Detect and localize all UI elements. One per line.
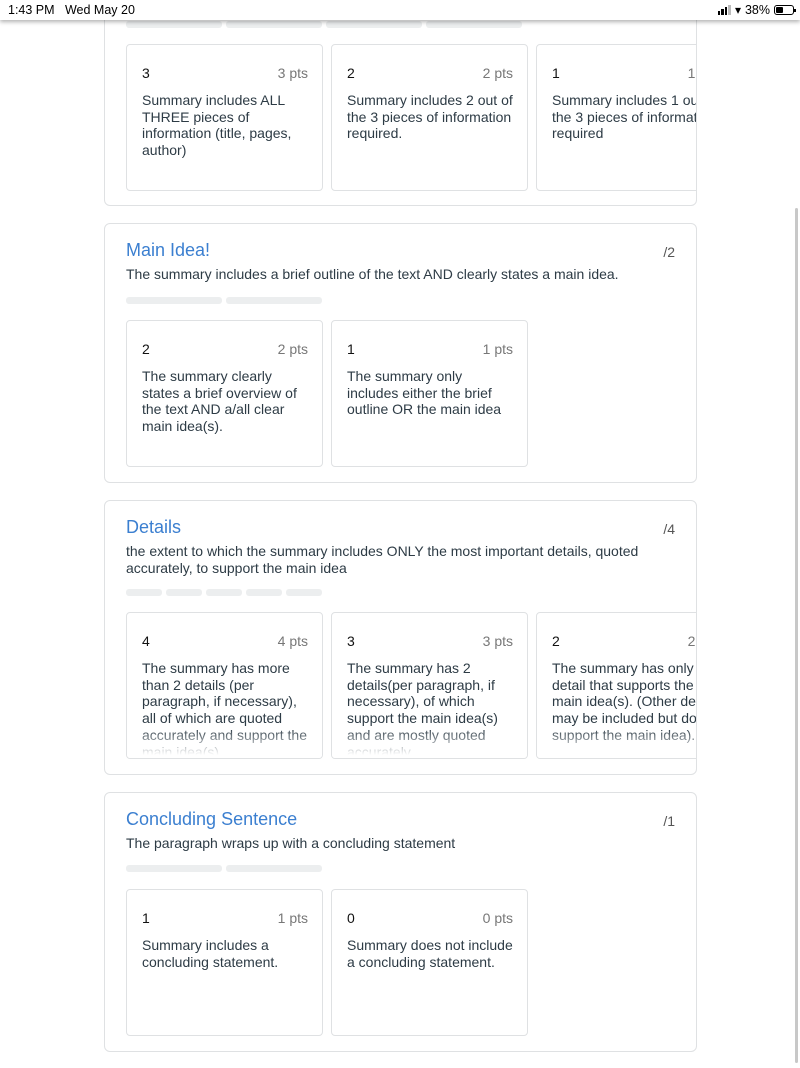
criterion-section: Main Idea! /2 The summary includes a brief… [104, 223, 697, 483]
rating-points: 3 pts [482, 633, 513, 649]
rating-card[interactable]: 1 1 pts Summary includes 1 out of the 3 pi… [536, 44, 697, 191]
wifi-icon: ▾ [734, 3, 741, 17]
battery-percent: 38% [744, 3, 770, 17]
rating-placeholder-bars [126, 297, 322, 304]
time: 1:43 PM [8, 3, 55, 17]
rating-placeholder-bar [246, 589, 282, 596]
rating-description: Summary includes ALL THREE pieces of inf… [142, 92, 292, 159]
rating-points: 2 pts [687, 633, 696, 649]
rating-score: 2 [552, 633, 560, 649]
battery-icon [774, 5, 796, 15]
rating-score: 1 [347, 341, 355, 357]
criterion-section: Details/4 the extent to which the summary… [104, 500, 697, 775]
status-time: 1:43 PM Wed May 20 [8, 3, 135, 17]
rating-cards: 2 2 pts The summary clearly states a brief… [126, 320, 528, 467]
rating-cards: 4 4 pts The summary has more than 2 detail… [126, 612, 697, 759]
rating-score: 1 [552, 65, 560, 81]
rating-score: 3 [347, 633, 355, 649]
criterion-points-possible: /2 [663, 244, 675, 260]
rating-card[interactable]: 3 3 pts Summary includes ALL THREE pieces … [126, 44, 323, 191]
rating-points: 3 pts [277, 65, 308, 81]
rating-points: 2 pts [277, 341, 308, 357]
criterion-points-possible: /4 [663, 521, 675, 537]
rating-placeholder-bars [126, 21, 522, 28]
rating-card[interactable]: 4 4 pts The summary has more than 2 detail… [126, 612, 323, 759]
rating-points: 1 pts [277, 910, 308, 926]
rating-description: Summary includes 2 out of the 3 pieces o… [347, 92, 513, 142]
rating-score: 1 [142, 910, 150, 926]
date: Wed May 20 [64, 3, 135, 17]
rating-card[interactable]: 1 1 pts The summary only includes either t… [331, 320, 528, 467]
criterion-title: Main Idea! [126, 240, 211, 260]
rating-score: 3 [142, 65, 150, 81]
criterion-section: 3 3 pts Summary includes ALL THREE pieces … [104, 0, 697, 206]
status-bar: 1:43 PM Wed May 20 ▾ 38% [0, 0, 800, 20]
rating-placeholder-bar [226, 21, 322, 28]
rating-placeholder-bar [126, 589, 162, 596]
rating-score: 4 [142, 633, 150, 649]
rating-placeholder-bar [326, 21, 422, 28]
rating-points: 1 pts [687, 65, 696, 81]
rating-description: Summary includes 1 out of the 3 pieces o… [552, 92, 697, 142]
rating-placeholder-bar [166, 589, 202, 596]
criterion-description: The paragraph wraps up with a concluding… [126, 835, 456, 851]
rating-description: Summary does not include a concluding st… [347, 937, 513, 970]
rating-placeholder-bar [226, 865, 322, 872]
signal-icon [717, 5, 731, 15]
criterion-title: Concluding Sentence [126, 809, 298, 829]
rating-description: The summary has only one detail that sup… [552, 660, 697, 743]
rating-description: The summary has 2 details(per paragraph,… [347, 660, 498, 759]
rating-score: 2 [142, 341, 150, 357]
rating-placeholder-bar [126, 21, 222, 28]
criterion-description: The summary includes a brief outline of … [126, 266, 619, 282]
rating-description: The summary only includes either the bri… [347, 368, 502, 418]
rating-placeholder-bar [126, 297, 222, 304]
rating-score: 0 [347, 910, 355, 926]
rating-card[interactable]: 1 1 pts Summary includes a concluding stat… [126, 889, 323, 1036]
rating-points: 2 pts [482, 65, 513, 81]
rating-placeholder-bar [226, 297, 322, 304]
rating-placeholder-bar [286, 589, 322, 596]
rating-placeholder-bars [126, 865, 322, 872]
criterion-description: the extent to which the summary includes… [126, 543, 639, 576]
rating-cards: 3 3 pts Summary includes ALL THREE pieces … [126, 44, 697, 191]
rating-placeholder-bars [126, 589, 322, 596]
rating-description: The summary has more than 2 details (per… [142, 660, 307, 759]
rating-card[interactable]: 0 0 pts Summary does not include a conclud… [331, 889, 528, 1036]
rating-score: 2 [347, 65, 355, 81]
rating-placeholder-bar [126, 865, 222, 872]
rating-description: The summary clearly states a brief overv… [142, 368, 297, 435]
criterion-title: Details [126, 517, 182, 537]
rating-placeholder-bar [426, 21, 522, 28]
rating-card[interactable]: 2 2 pts The summary clearly states a brief… [126, 320, 323, 467]
rating-card[interactable]: 2 2 pts The summary has only one detail th… [536, 612, 697, 759]
rating-card[interactable]: 2 2 pts Summary includes 2 out of the 3 pi… [331, 44, 528, 191]
rating-description: Summary includes a concluding statement. [142, 937, 279, 970]
rating-points: 0 pts [482, 910, 513, 926]
rating-placeholder-bar [206, 589, 242, 596]
criterion-section: Concluding Sentence/1 The paragraph wraps… [104, 792, 697, 1052]
rating-points: 4 pts [277, 633, 308, 649]
rating-card[interactable]: 3 3 pts The summary has 2 details(per para… [331, 612, 528, 759]
scrollbar[interactable] [795, 208, 798, 1063]
rating-points: 1 pts [482, 341, 513, 357]
rating-cards: 1 1 pts Summary includes a concluding stat… [126, 889, 528, 1036]
criterion-points-possible: /1 [663, 813, 675, 829]
